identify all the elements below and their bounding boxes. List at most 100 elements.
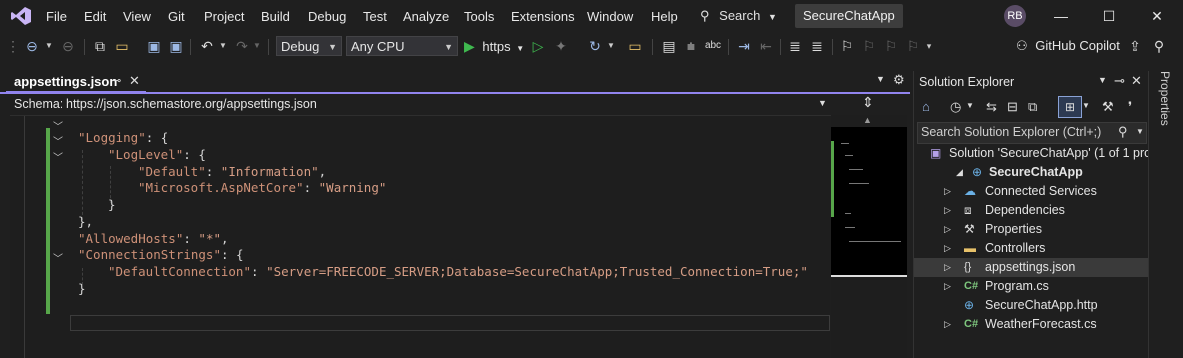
search-options-dropdown-icon[interactable]: ▼ — [1136, 127, 1144, 136]
fold-glyph-icon[interactable]: ﹀ — [53, 250, 63, 265]
collapsed-arrow-icon[interactable]: ▷ — [944, 220, 951, 239]
window-position-dropdown-icon[interactable]: ▼ — [1098, 75, 1107, 85]
menu-test[interactable]: Test — [363, 0, 387, 33]
minimap-viewport[interactable] — [831, 127, 907, 277]
uncomment-icon[interactable]: ≣ — [808, 36, 826, 56]
save-all-icon[interactable]: ▣ — [167, 36, 185, 56]
global-search-button[interactable]: ⚲ Search ▼ — [700, 5, 777, 27]
navigate-forward-icon[interactable]: ⊖ — [58, 36, 78, 56]
collapsed-arrow-icon[interactable]: ▷ — [944, 315, 951, 334]
code-editor[interactable]: ﹀ ﹀ ﹀ ﹀ "Logging": { "LogLevel": { "Defa… — [10, 116, 830, 358]
collapse-all-icon[interactable]: ⊟ — [1007, 99, 1018, 115]
pin-icon[interactable]: ⊸ — [1114, 73, 1125, 89]
minimize-icon[interactable]: — — [1038, 0, 1084, 33]
split-window-icon[interactable]: ⇕ — [862, 94, 874, 111]
tree-item-solution[interactable]: ▣ Solution 'SecureChatApp' (1 of 1 proje — [914, 144, 1161, 163]
preview-icon[interactable]: ❜ — [1128, 99, 1132, 115]
menu-project[interactable]: Project — [204, 0, 244, 33]
menu-extensions[interactable]: Extensions — [511, 0, 575, 33]
redo-dropdown-icon[interactable]: ▼ — [252, 36, 262, 56]
new-project-icon[interactable]: ⧉ — [90, 36, 110, 56]
tree-item-connected-services[interactable]: ▷ ☁ Connected Services — [914, 182, 1149, 201]
maximize-icon[interactable]: ☐ — [1086, 0, 1132, 33]
undo-icon[interactable]: ↶ — [197, 36, 217, 56]
fold-glyph-icon[interactable]: ﹀ — [53, 133, 63, 148]
close-window-icon[interactable]: ✕ — [1134, 0, 1180, 33]
folder-icon[interactable]: ▭ — [626, 36, 644, 56]
collapsed-arrow-icon[interactable]: ▷ — [944, 182, 951, 201]
redo-icon[interactable]: ↷ — [232, 36, 252, 56]
scroll-up-icon[interactable]: ▲ — [863, 115, 872, 125]
open-file-icon[interactable]: ▭ — [112, 36, 132, 56]
menu-build[interactable]: Build — [261, 0, 290, 33]
close-icon[interactable]: ✕ — [129, 73, 140, 89]
toolbar-overflow-icon[interactable]: ▾ — [924, 36, 934, 56]
prev-bookmark-icon[interactable]: ⚐ — [860, 36, 878, 56]
indent-icon[interactable]: ⇤ — [757, 36, 775, 56]
history-icon[interactable]: ◷ — [950, 99, 961, 115]
spell-check-icon[interactable]: abc — [704, 36, 722, 56]
menu-window[interactable]: Window — [587, 0, 633, 33]
scrollbar-minimap[interactable]: ▲ — [831, 115, 907, 358]
menu-git[interactable]: Git — [168, 0, 185, 33]
tree-item-program-cs[interactable]: ▷ C# Program.cs — [914, 277, 1149, 296]
home-icon[interactable]: ⌂ — [922, 99, 930, 114]
menu-file[interactable]: File — [46, 0, 67, 33]
history-dropdown-icon[interactable]: ▼ — [966, 101, 974, 110]
sync-icon[interactable]: ⇆ — [986, 99, 997, 115]
collapsed-arrow-icon[interactable]: ▷ — [944, 201, 951, 220]
schema-url-select[interactable]: https://json.schemastore.org/appsettings… — [62, 94, 832, 114]
feedback-icon[interactable]: ⚲ — [1150, 36, 1168, 56]
wrench-icon[interactable]: ⚒ — [1102, 99, 1114, 115]
fold-glyph-icon[interactable]: ﹀ — [53, 149, 63, 164]
start-debugging-button[interactable]: ▶ https ▼ — [464, 36, 530, 56]
back-dropdown-icon[interactable]: ▼ — [44, 36, 54, 56]
tab-appsettings-json[interactable]: appsettings.json ⊸ ✕ — [6, 71, 146, 93]
fold-glyph-icon[interactable]: ﹀ — [53, 118, 63, 133]
tree-item-controllers[interactable]: ▷ ▬ Controllers — [914, 239, 1149, 258]
menu-view[interactable]: View — [123, 0, 151, 33]
solution-explorer-search-input[interactable]: Search Solution Explorer (Ctrl+;) ⚲ ▼ — [917, 122, 1147, 144]
toggle-view-icon[interactable]: ⊞ — [1058, 96, 1082, 118]
tree-item-properties[interactable]: ▷ ⚒ Properties — [914, 220, 1149, 239]
align-icon[interactable]: ⩧ — [682, 36, 700, 56]
layout-icon[interactable]: ▤ — [660, 36, 678, 56]
tree-item-dependencies[interactable]: ▷ ⧈ Dependencies — [914, 201, 1149, 220]
solution-platform-select[interactable]: Any CPU ▼ — [346, 36, 458, 56]
navigate-back-icon[interactable]: ⊖ — [22, 36, 42, 56]
gear-icon[interactable]: ⚙ — [893, 72, 905, 88]
visual-studio-logo-icon[interactable] — [10, 6, 32, 26]
avatar[interactable]: RB — [1004, 5, 1026, 27]
next-bookmark-icon[interactable]: ⚐ — [882, 36, 900, 56]
menu-edit[interactable]: Edit — [84, 0, 106, 33]
properties-side-tab[interactable]: Properties — [1148, 71, 1183, 358]
collapsed-arrow-icon[interactable]: ▷ — [944, 258, 951, 277]
show-all-files-icon[interactable]: ⧉ — [1028, 99, 1037, 115]
close-icon[interactable]: ✕ — [1131, 73, 1142, 89]
comment-icon[interactable]: ≣ — [786, 36, 804, 56]
solution-configuration-select[interactable]: Debug ▼ — [276, 36, 342, 56]
bookmark-icon[interactable]: ⚐ — [838, 36, 856, 56]
share-icon[interactable]: ⇪ — [1126, 36, 1144, 56]
tree-item-appsettings[interactable]: ▷ {} appsettings.json — [914, 258, 1149, 277]
github-copilot-button[interactable]: ⚇ GitHub Copilot — [1016, 36, 1122, 56]
view-dropdown-icon[interactable]: ▼ — [1082, 101, 1090, 110]
tree-item-http-file[interactable]: ⊕ SecureChatApp.http — [914, 296, 1149, 315]
start-without-debugging-icon[interactable]: ▷ — [530, 36, 546, 56]
menu-debug[interactable]: Debug — [308, 0, 346, 33]
refresh-icon[interactable]: ↻ — [586, 36, 604, 56]
tree-item-weatherforecast[interactable]: ▷ C# WeatherForecast.cs — [914, 315, 1149, 334]
clear-bookmarks-icon[interactable]: ⚐ — [904, 36, 922, 56]
menu-analyze[interactable]: Analyze — [403, 0, 449, 33]
hot-reload-icon[interactable]: ✦ — [552, 36, 570, 56]
undo-dropdown-icon[interactable]: ▼ — [218, 36, 228, 56]
pin-icon[interactable]: ⊸ — [112, 74, 121, 87]
breakpoint-icon[interactable]: ⇥ — [735, 36, 753, 56]
collapsed-arrow-icon[interactable]: ▷ — [944, 277, 951, 296]
tab-list-dropdown-icon[interactable]: ▼ — [876, 74, 885, 84]
expanded-arrow-icon[interactable]: ◢ — [956, 163, 963, 182]
tree-item-project[interactable]: ◢ ⊕ SecureChatApp — [914, 163, 1149, 182]
save-icon[interactable]: ▣ — [145, 36, 163, 56]
menu-help[interactable]: Help — [651, 0, 678, 33]
collapsed-arrow-icon[interactable]: ▷ — [944, 239, 951, 258]
